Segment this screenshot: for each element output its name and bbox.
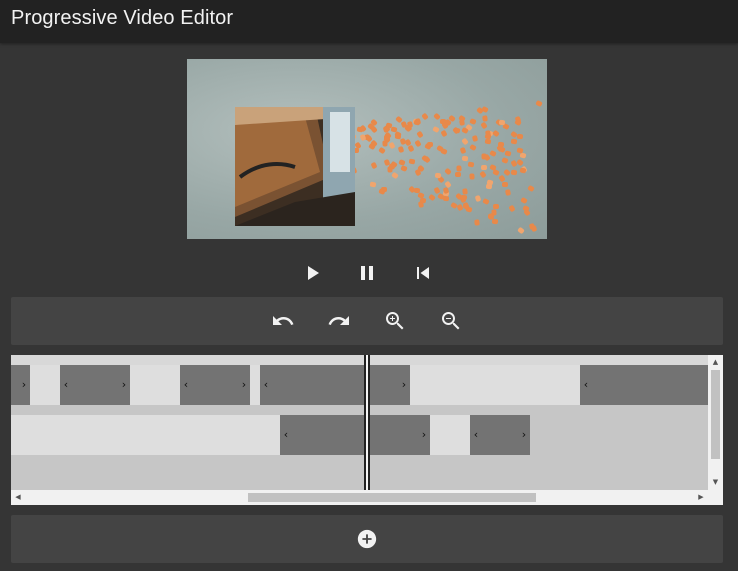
particle: [480, 164, 487, 171]
particle: [394, 133, 402, 140]
timeline[interactable]: › ‹ › ‹ › ‹ › ‹ ‹ › ‹ › ▲ ▼ ◀ ▶: [11, 355, 723, 505]
transport-controls: [0, 258, 738, 288]
particle: [469, 173, 475, 180]
clip-trim-handle-left[interactable]: ‹: [260, 365, 272, 405]
app-title: Progressive Video Editor: [11, 7, 234, 29]
particle: [369, 181, 377, 188]
scroll-right-arrow[interactable]: ▶: [695, 490, 707, 505]
particle: [380, 186, 387, 192]
clip-trim-handle-right[interactable]: ›: [238, 365, 250, 405]
video-track-1: › ‹ › ‹ › ‹ › ‹: [11, 365, 708, 405]
app-bar: Progressive Video Editor: [0, 0, 738, 43]
track-gap: [11, 415, 280, 455]
redo-icon: [328, 316, 349, 325]
timeline-clip[interactable]: ‹ ›: [180, 365, 250, 405]
edit-toolbar: [11, 297, 723, 345]
redo-button[interactable]: [327, 309, 351, 333]
particle: [491, 218, 499, 225]
particle: [426, 142, 433, 148]
particle: [481, 115, 488, 123]
zoom-out-button[interactable]: [439, 309, 463, 333]
timeline-clip[interactable]: ‹ ›: [260, 365, 410, 405]
skip-to-start-icon: [417, 267, 429, 279]
clip-trim-handle-right[interactable]: ›: [398, 365, 410, 405]
particle: [484, 138, 492, 145]
clip-trim-handle-left[interactable]: ‹: [280, 415, 292, 455]
particle: [387, 166, 393, 173]
particle: [467, 161, 475, 168]
particle: [492, 203, 499, 209]
clip-trim-handle-left[interactable]: ‹: [470, 415, 482, 455]
skip-to-start-button[interactable]: [411, 261, 435, 285]
timeline-ruler[interactable]: [11, 355, 708, 365]
zoom-in-icon: [386, 312, 404, 330]
particle: [434, 172, 442, 179]
scroll-down-arrow[interactable]: ▼: [708, 476, 723, 488]
zoom-in-button[interactable]: [383, 309, 407, 333]
particle: [390, 126, 398, 133]
picture-in-picture-frame: [235, 107, 355, 226]
particle: [504, 188, 511, 196]
zoom-out-icon: [442, 312, 460, 330]
particle: [461, 194, 468, 200]
clip-trim-handle-right[interactable]: ›: [418, 415, 430, 455]
pause-icon: [361, 266, 373, 280]
particle: [502, 181, 509, 187]
particle: [462, 187, 468, 195]
play-button[interactable]: [300, 261, 324, 285]
clip-trim-handle-right[interactable]: ›: [518, 415, 530, 455]
undo-icon: [273, 316, 294, 325]
clip-trim-handle-left[interactable]: ‹: [580, 365, 592, 405]
clip-trim-handle-right[interactable]: ›: [118, 365, 130, 405]
particle: [384, 134, 391, 140]
timeline-clip[interactable]: ‹ ›: [280, 415, 430, 455]
vertical-scroll-thumb[interactable]: [711, 370, 720, 459]
timeline-clip[interactable]: ‹: [580, 365, 708, 405]
timeline-vertical-scrollbar[interactable]: ▲ ▼: [708, 355, 723, 490]
add-track-bar: [11, 515, 723, 563]
clip-trim-handle-right[interactable]: ›: [18, 365, 30, 405]
playhead[interactable]: [364, 355, 370, 490]
video-preview: [187, 59, 547, 239]
undo-button[interactable]: [271, 309, 295, 333]
particle: [487, 213, 494, 220]
scroll-left-arrow[interactable]: ◀: [12, 490, 24, 505]
add-circle-icon: [357, 529, 377, 549]
horizontal-scroll-thumb[interactable]: [248, 493, 536, 502]
video-track-2: ‹ › ‹ ›: [11, 415, 708, 455]
timeline-clip[interactable]: ‹ ›: [60, 365, 130, 405]
add-track-button[interactable]: [356, 528, 378, 550]
particle: [356, 126, 364, 133]
timeline-clip[interactable]: ›: [11, 365, 30, 405]
particle: [517, 133, 524, 139]
particle: [454, 172, 461, 178]
pause-button[interactable]: [355, 261, 379, 285]
particle: [408, 158, 416, 165]
clip-trim-handle-left[interactable]: ‹: [60, 365, 72, 405]
play-icon: [308, 266, 319, 280]
clip-trim-handle-left[interactable]: ‹: [180, 365, 192, 405]
track-gap: [430, 415, 470, 455]
scroll-up-arrow[interactable]: ▲: [708, 356, 723, 368]
timeline-horizontal-scrollbar[interactable]: ◀ ▶: [11, 490, 723, 505]
particle: [456, 165, 462, 172]
timeline-clip[interactable]: ‹ ›: [470, 415, 530, 455]
